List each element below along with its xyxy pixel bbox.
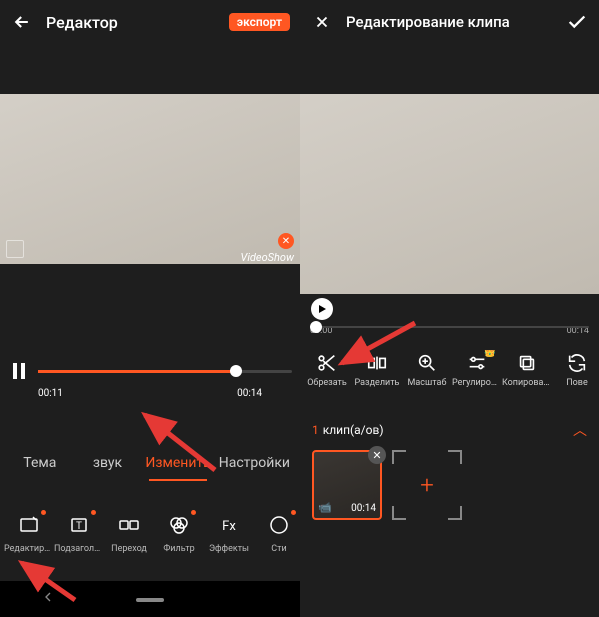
crown-icon: 👑 [484,350,496,358]
svg-text:Fx: Fx [222,519,236,534]
watermark[interactable]: ✕ VideoShow [241,229,294,265]
close-icon[interactable]: ✕ [278,233,294,249]
dot-icon [41,510,46,515]
tool-effects[interactable]: Fx Эффекты [204,510,254,554]
tool-split[interactable]: Разделить [352,350,402,388]
tool-adjust[interactable]: 👑 Регулировка [452,350,502,388]
close-icon[interactable] [310,10,334,34]
seek-thumb[interactable] [310,321,322,333]
video-preview[interactable] [300,94,599,294]
clip-count-label: клип(а/ов) [323,423,384,437]
nav-home-icon[interactable] [136,590,164,609]
tab-edit[interactable]: Изменить [141,445,214,481]
android-navbar [0,581,300,617]
back-arrow-icon[interactable] [10,10,34,34]
playback-controls: 00:11 00:14 [0,360,300,399]
tool-filter[interactable]: Фильтр [154,510,204,554]
copy-icon [514,350,540,376]
dot-icon [191,510,196,515]
sticker-icon [264,510,294,540]
header: Редактирование клипа [300,0,599,44]
clip-count: 1 [312,423,319,437]
aspect-icon[interactable] [6,240,24,258]
pause-button[interactable] [8,360,30,382]
header: Редактор экспорт [0,0,300,44]
tab-sound[interactable]: звук [74,445,142,481]
preview-canvas [300,94,599,294]
page-title: Редактирование клипа [346,13,510,31]
zoom-icon [414,350,440,376]
play-button[interactable] [311,298,333,320]
plus-icon: + [420,471,434,499]
tool-edit-clip[interactable]: Редактиров… [4,510,54,554]
delete-clip-icon[interactable]: ✕ [368,446,386,464]
current-time: 00:11 [38,388,63,399]
watermark-label: VideoShow [241,251,294,264]
tool-transition[interactable]: Переход [104,510,154,554]
total-time: 00:14 [237,388,262,399]
confirm-icon[interactable] [565,10,589,34]
clip-duration: 00:14 [351,503,376,514]
tool-rotate[interactable]: Пове [552,350,599,388]
seek-thumb[interactable] [230,365,242,377]
nav-back-icon[interactable] [40,589,56,609]
add-clip-button[interactable]: + [392,450,462,520]
fx-icon: Fx [214,510,244,540]
scissors-icon [314,350,340,376]
rotate-icon [564,350,590,376]
tool-copy[interactable]: Копировать [502,350,552,388]
seek-track[interactable] [38,370,292,373]
tab-theme[interactable]: Тема [6,445,74,481]
camera-icon: 📹 [318,501,332,514]
seek-progress [38,370,236,373]
edit-clip-icon [14,510,44,540]
tabs: Тема звук Изменить Настройки [0,445,300,481]
tool-zoom[interactable]: Масштаб [402,350,452,388]
tab-settings[interactable]: Настройки [215,445,294,481]
filter-icon [164,510,194,540]
editor-screen: Редактор экспорт ✕ VideoShow 00:11 00:14 [0,0,300,617]
export-button[interactable]: экспорт [229,13,290,31]
transition-icon [114,510,144,540]
tool-trim[interactable]: Обрезать [302,350,352,388]
clip-thumbnail[interactable]: ✕ 📹 00:14 [312,450,382,520]
dot-icon [291,510,296,515]
video-preview[interactable]: ✕ VideoShow [0,94,300,294]
split-icon [364,350,390,376]
tool-subtitle[interactable]: T Подзаголов… [54,510,104,554]
tool-row: Обрезать Разделить Масштаб 👑 Регулиров [300,350,599,388]
clip-strip: ✕ 📹 00:14 + [312,450,462,520]
seek-bar: 00:00 00:14 [310,322,589,328]
svg-text:T: T [76,521,82,532]
clip-edit-screen: Редактирование клипа 00:00 00:14 [300,0,599,617]
chevron-up-icon[interactable]: ︿ [573,420,587,440]
page-title: Редактор [46,13,118,32]
tool-row: Редактиров… T Подзаголов… Переход [0,510,300,554]
seek-track[interactable] [310,326,589,328]
tool-sticker[interactable]: Сти [254,510,300,554]
clip-header: 1 клип(а/ов) ︿ [300,420,599,440]
text-icon: T [64,510,94,540]
dot-icon [91,510,96,515]
